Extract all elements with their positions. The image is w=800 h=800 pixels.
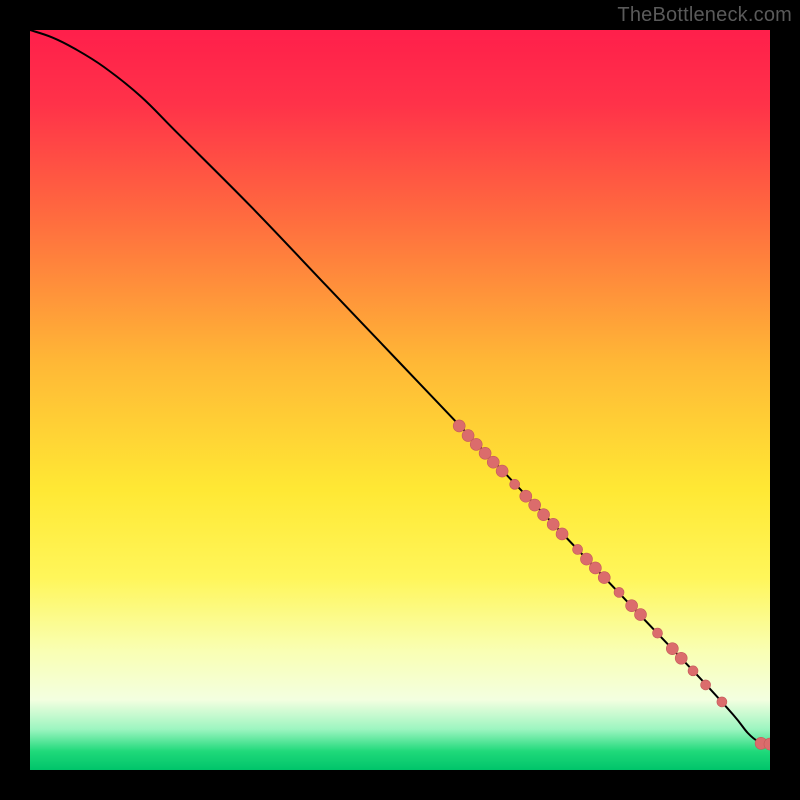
data-marker	[675, 652, 687, 664]
chart-stage: TheBottleneck.com	[0, 0, 800, 800]
data-marker	[701, 680, 711, 690]
data-marker	[487, 456, 499, 468]
data-marker	[453, 420, 465, 432]
gradient-background	[30, 30, 770, 770]
plot-area	[30, 30, 770, 770]
data-marker	[598, 572, 610, 584]
attribution-text: TheBottleneck.com	[617, 4, 792, 27]
data-marker	[635, 609, 647, 621]
data-marker	[520, 490, 532, 502]
data-marker	[538, 509, 550, 521]
data-marker	[556, 528, 568, 540]
data-marker	[496, 465, 508, 477]
data-marker	[470, 438, 482, 450]
data-marker	[717, 697, 727, 707]
data-marker	[510, 479, 520, 489]
data-marker	[580, 553, 592, 565]
data-marker	[589, 562, 601, 574]
data-marker	[573, 544, 583, 554]
data-marker	[666, 643, 678, 655]
data-marker	[626, 600, 638, 612]
data-marker	[547, 518, 559, 530]
data-marker	[614, 587, 624, 597]
data-marker	[653, 628, 663, 638]
data-marker	[688, 666, 698, 676]
data-marker	[529, 499, 541, 511]
chart-svg	[30, 30, 770, 770]
